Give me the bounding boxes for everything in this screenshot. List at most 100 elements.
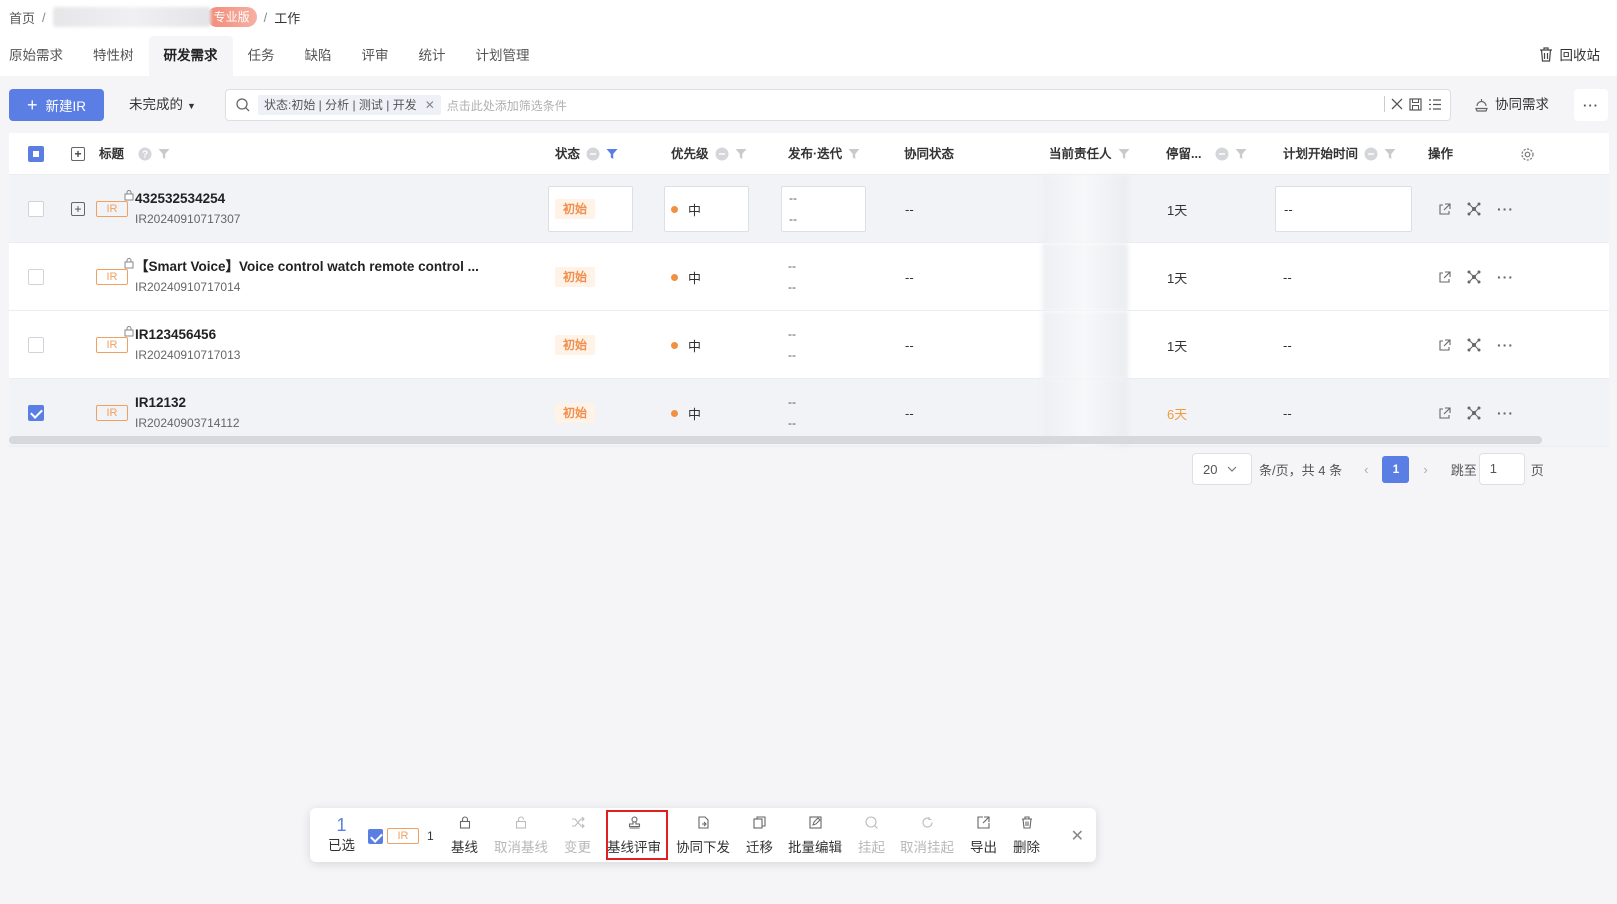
row-checkbox[interactable]	[28, 201, 44, 217]
row-title-link[interactable]: 【Smart Voice】Voice control watch remote …	[135, 257, 479, 277]
row-title-link[interactable]: 432532534254	[135, 189, 240, 209]
release-select[interactable]: -- --	[781, 186, 866, 232]
plan-start-picker[interactable]: --	[1275, 186, 1412, 232]
row-title-link[interactable]: IR12132	[135, 393, 240, 413]
filter-icon[interactable]	[735, 148, 747, 160]
baseline-label: 基线	[451, 840, 478, 855]
filter-icon[interactable]	[158, 148, 170, 160]
delete-button[interactable]: 删除	[1013, 816, 1040, 856]
cancel-baseline-button[interactable]: 取消基线	[494, 816, 548, 856]
filter-icon[interactable]	[1235, 148, 1247, 160]
row-checkbox[interactable]	[28, 337, 44, 353]
page-number-current[interactable]: 1	[1382, 455, 1410, 483]
prev-page-icon[interactable]: ‹	[1364, 462, 1368, 477]
col-collab-state[interactable]: 协同状态	[904, 133, 954, 175]
more-icon[interactable]: ···	[1497, 201, 1514, 217]
tab-defects[interactable]: 缺陷	[290, 36, 347, 76]
stay-value: 1天	[1167, 270, 1188, 286]
col-title[interactable]: 标题 ?	[99, 133, 170, 175]
more-options-button[interactable]: ···	[1574, 89, 1608, 121]
expand-all-icon[interactable]: +	[71, 147, 85, 161]
breadcrumb-home[interactable]: 首页	[9, 8, 35, 27]
new-ir-button[interactable]: + 新建IR	[9, 89, 104, 121]
table-row[interactable]: + IR 432532534254 IR20240910717307 初始 中 …	[9, 175, 1609, 243]
tab-original-requirements[interactable]: 原始需求	[0, 36, 78, 76]
assignee-blurred[interactable]	[1042, 311, 1128, 379]
batch-edit-button[interactable]: 批量编辑	[788, 816, 842, 856]
sort-icon[interactable]	[586, 147, 600, 161]
help-icon[interactable]: ?	[138, 147, 152, 161]
expand-row-icon[interactable]: +	[71, 202, 85, 216]
relations-icon[interactable]	[1467, 406, 1481, 420]
gear-icon[interactable]	[1520, 147, 1535, 162]
col-status[interactable]: 状态	[555, 133, 618, 175]
sort-icon[interactable]	[1364, 147, 1378, 161]
more-icon[interactable]: ···	[1497, 337, 1514, 353]
relations-icon[interactable]	[1467, 202, 1481, 216]
collab-dispatch-button[interactable]: 协同下发	[676, 816, 730, 856]
close-icon[interactable]: ✕	[425, 95, 435, 115]
filter-icon[interactable]	[1384, 148, 1396, 160]
relations-icon[interactable]	[1467, 338, 1481, 352]
priority-select[interactable]: 中	[664, 186, 749, 232]
link-icon[interactable]	[1438, 202, 1451, 216]
tab-dev-requirements[interactable]: 研发需求	[148, 36, 233, 76]
list-settings-icon[interactable]	[1428, 98, 1442, 111]
close-icon[interactable]: ✕	[1071, 826, 1084, 846]
more-icon[interactable]: ···	[1497, 269, 1514, 285]
filter-active-icon[interactable]	[606, 148, 618, 160]
next-page-icon[interactable]: ›	[1423, 462, 1427, 477]
jump-page-input[interactable]: 1	[1478, 453, 1525, 485]
sort-icon[interactable]	[1215, 147, 1229, 161]
clear-icon[interactable]	[1391, 98, 1403, 110]
col-status-label: 状态	[555, 147, 581, 161]
incomplete-filter-dropdown[interactable]: 未完成的 ▼	[129, 89, 196, 121]
type-checkbox[interactable]	[368, 828, 383, 844]
filter-icon[interactable]	[1118, 148, 1130, 160]
col-priority[interactable]: 优先级	[671, 133, 747, 175]
tab-feature-tree[interactable]: 特性树	[78, 36, 149, 76]
relations-icon[interactable]	[1467, 270, 1481, 284]
tab-tasks[interactable]: 任务	[233, 36, 290, 76]
migrate-label: 迁移	[746, 840, 773, 855]
tab-plan-management[interactable]: 计划管理	[461, 36, 545, 76]
filter-input[interactable]: 状态:初始 | 分析 | 测试 | 开发 ✕ 点击此处添加筛选条件	[225, 89, 1451, 121]
filter-icon[interactable]	[848, 148, 860, 160]
status-select[interactable]: 初始	[548, 186, 633, 232]
table-row[interactable]: IR 【Smart Voice】Voice control watch remo…	[9, 243, 1609, 311]
migrate-button[interactable]: 迁移	[746, 816, 773, 856]
breadcrumb-project-blurred[interactable]	[52, 7, 211, 27]
assignee-blurred[interactable]	[1042, 243, 1128, 311]
assignee-blurred[interactable]	[1042, 175, 1128, 243]
sort-icon[interactable]	[715, 147, 729, 161]
more-icon[interactable]: ···	[1497, 405, 1514, 421]
collab-requirements-button[interactable]: 协同需求	[1474, 89, 1549, 121]
row-checkbox[interactable]	[28, 405, 44, 421]
table-row[interactable]: IR IR123456456 IR20240910717013 初始 中 -- -…	[9, 311, 1609, 379]
row-checkbox-cell	[28, 243, 44, 311]
row-title-link[interactable]: IR123456456	[135, 325, 240, 345]
recycle-bin-button[interactable]: 回收站	[1539, 44, 1600, 64]
tab-statistics[interactable]: 统计	[404, 36, 461, 76]
tab-reviews[interactable]: 评审	[347, 36, 404, 76]
select-all-checkbox[interactable]	[28, 146, 44, 162]
col-release[interactable]: 发布·迭代	[788, 133, 860, 175]
breadcrumb: 首页 / 专业版 / 工作	[9, 7, 300, 27]
link-icon[interactable]	[1438, 406, 1451, 420]
cancel-suspend-button[interactable]: 取消挂起	[900, 816, 954, 856]
status-filter-chip[interactable]: 状态:初始 | 分析 | 测试 | 开发 ✕	[258, 95, 441, 115]
col-assignee[interactable]: 当前责任人	[1049, 133, 1130, 175]
save-icon[interactable]	[1409, 97, 1422, 111]
page-size-select[interactable]: 20	[1192, 453, 1252, 485]
suspend-button[interactable]: 挂起	[858, 816, 885, 856]
export-button[interactable]: 导出	[970, 816, 997, 856]
baseline-button[interactable]: 基线	[451, 816, 478, 856]
col-stay[interactable]: 停留...	[1166, 133, 1247, 175]
col-plan-start[interactable]: 计划开始时间	[1283, 133, 1396, 175]
link-icon[interactable]	[1438, 338, 1451, 352]
link-icon[interactable]	[1438, 270, 1451, 284]
change-button[interactable]: 变更	[564, 816, 591, 856]
horizontal-scrollbar[interactable]	[9, 436, 1542, 444]
row-checkbox[interactable]	[28, 269, 44, 285]
selected-type-filter[interactable]: IR 1	[368, 828, 434, 844]
